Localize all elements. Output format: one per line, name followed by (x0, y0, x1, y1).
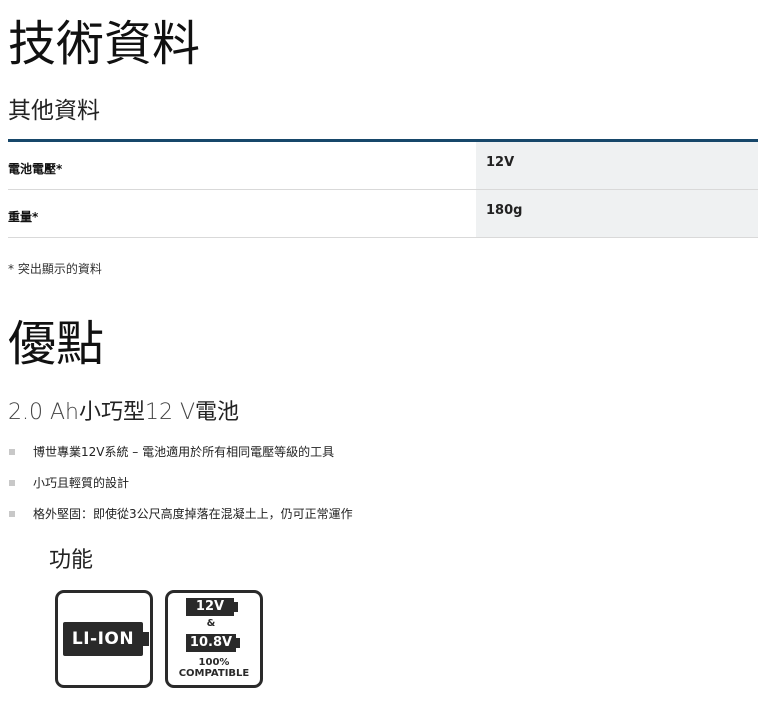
list-item-text: 小巧且輕質的設計 (33, 476, 130, 490)
table-row: 重量* 180g (8, 190, 758, 238)
compat-ampersand: & (206, 618, 216, 629)
section-subtitle-other-data: 其他資料 (8, 98, 100, 124)
spec-label-voltage: 電池電壓* (8, 162, 63, 176)
advantages-title: 優點 (8, 316, 105, 372)
square-bullet-icon (9, 448, 15, 455)
compat-percent: 100% (198, 657, 230, 668)
subtitle-capacity: 2.0 Ah (8, 400, 79, 425)
li-ion-label: LI-ION (63, 622, 143, 656)
subtitle-voltage: 12 V (145, 400, 196, 425)
list-item: 小巧且輕質的設計 (8, 467, 353, 498)
spec-value-weight: 180g (476, 190, 758, 237)
spec-label-weight: 重量* (8, 210, 39, 224)
battery-terminal-icon (236, 638, 240, 648)
subtitle-battery: 電池 (195, 400, 240, 425)
square-bullet-icon (9, 479, 15, 486)
features-title: 功能 (49, 548, 94, 573)
compatible-battery-icon: 12V & 10.8V 100% COMPATIBLE (165, 590, 263, 688)
advantages-list: 博世專業12V系統 – 電池適用於所有相同電壓等級的工具 小巧且輕質的設計 格外… (8, 436, 353, 529)
list-item-text: 格外堅固：即使從3公尺高度掉落在混凝土上，仍可正常運作 (33, 507, 353, 521)
list-item-text: 博世專業12V系統 – 電池適用於所有相同電壓等級的工具 (33, 445, 335, 459)
battery-terminal-icon (234, 602, 238, 612)
list-item: 博世專業12V系統 – 電池適用於所有相同電壓等級的工具 (8, 436, 353, 467)
compat-voltage-12v: 12V (186, 598, 234, 616)
subtitle-compact: 小巧型 (78, 400, 145, 425)
li-ion-battery-icon: LI-ION (55, 590, 153, 688)
spec-value-voltage: 12V (476, 142, 758, 189)
battery-terminal-icon (143, 632, 149, 646)
footnote: * 突出顯示的資料 (8, 262, 102, 276)
list-item: 格外堅固：即使從3公尺高度掉落在混凝土上，仍可正常運作 (8, 498, 353, 529)
spec-table: 電池電壓* 12V 重量* 180g (8, 139, 758, 238)
table-row: 電池電壓* 12V (8, 142, 758, 190)
compat-word: COMPATIBLE (178, 668, 250, 679)
compat-voltage-10-8v: 10.8V (186, 634, 236, 652)
square-bullet-icon (9, 510, 15, 517)
advantages-subtitle: 2.0 Ah小巧型12 V電池 (8, 398, 239, 428)
page-title: 技術資料 (8, 16, 201, 72)
